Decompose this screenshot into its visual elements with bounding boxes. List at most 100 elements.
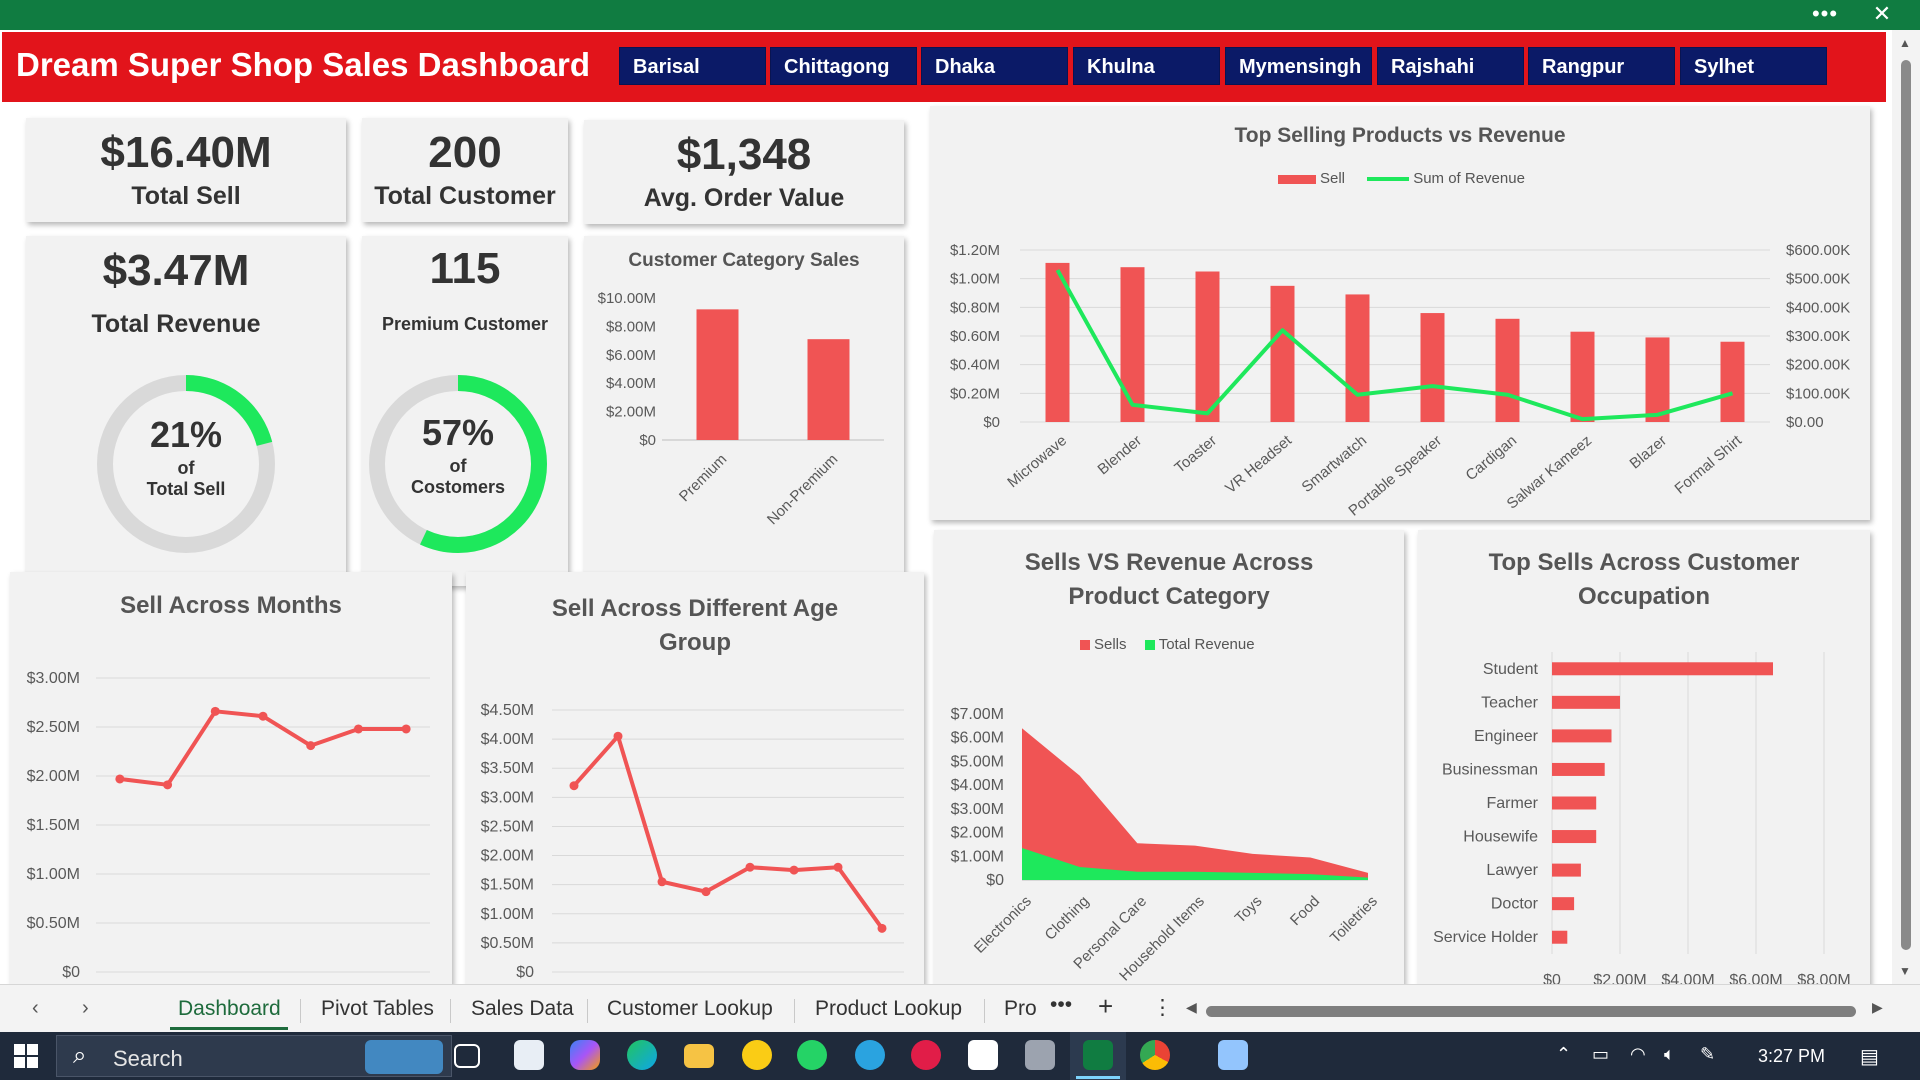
tab-dashboard[interactable]: Dashboard xyxy=(178,997,281,1021)
scroll-right-icon[interactable]: ▶ xyxy=(1872,999,1883,1016)
slicer-khulna[interactable]: Khulna xyxy=(1073,47,1220,85)
x-tick-label: Microwave xyxy=(1004,432,1070,491)
y-tick-label: $0 xyxy=(62,964,80,981)
y-tick-label: $1.00M xyxy=(27,866,80,883)
x-tick-label: $4.00M xyxy=(1661,972,1714,984)
occupation-bar xyxy=(1552,830,1597,844)
total-sell-label: Total Sell xyxy=(131,182,241,210)
tab-divider xyxy=(587,999,588,1023)
kpi-premium-customer: 115 Premium Customer 57% of Costomers xyxy=(362,236,568,586)
revenue-percent-caption: Total Sell xyxy=(146,479,226,499)
scroll-up-icon[interactable]: ▲ xyxy=(1899,36,1911,50)
slicer-rajshahi[interactable]: Rajshahi xyxy=(1377,47,1524,85)
y-tick-label: $0 xyxy=(516,964,534,981)
file-explorer-icon[interactable] xyxy=(684,1044,714,1068)
media-player-icon[interactable] xyxy=(911,1040,941,1070)
prev-sheet-icon[interactable]: ‹ xyxy=(32,997,39,1020)
sell-bar xyxy=(1345,294,1370,422)
x-tick-label: Blender xyxy=(1095,432,1146,478)
premium-percent-caption: Costomers xyxy=(410,477,506,497)
line-point xyxy=(833,862,843,872)
scroll-left-icon[interactable]: ◀ xyxy=(1186,999,1197,1016)
edge-icon[interactable] xyxy=(627,1040,657,1070)
tab-sales-data[interactable]: Sales Data xyxy=(471,997,574,1021)
volume-icon[interactable]: 🔈︎ xyxy=(1664,1044,1675,1065)
sheet-menu-icon[interactable]: ⋮ xyxy=(1152,995,1173,1020)
tab-pro-truncated[interactable]: Pro xyxy=(1004,997,1037,1021)
y-tick-label: $0 xyxy=(983,414,1000,431)
show-hidden-icons-icon[interactable]: ⌃ xyxy=(1556,1044,1571,1065)
y-tick-label: $600.00K xyxy=(1786,242,1850,259)
tab-product-lookup[interactable]: Product Lookup xyxy=(815,997,962,1021)
y-tick-label: $6.00M xyxy=(606,347,656,364)
notepad-icon[interactable] xyxy=(1218,1040,1248,1070)
notion-icon[interactable] xyxy=(968,1040,998,1070)
y-tick-label: Farmer xyxy=(1486,795,1538,812)
task-view-icon[interactable] xyxy=(454,1044,480,1068)
windows-start-icon[interactable] xyxy=(14,1044,38,1068)
revenue-line xyxy=(1055,269,1734,422)
category-area-chart: $7.00M $6.00M $5.00M $4.00M $3.00M $2.00M $1.0… xyxy=(951,706,1381,984)
y-tick-label: $10.00M xyxy=(598,290,656,307)
slicer-chittagong[interactable]: Chittagong xyxy=(770,47,917,85)
more-sheets-icon[interactable]: ••• xyxy=(1050,993,1072,1017)
excel-icon[interactable] xyxy=(1083,1040,1113,1070)
y-tick-label: $3.00M xyxy=(951,801,1004,818)
horizontal-scroll-thumb[interactable] xyxy=(1206,1006,1856,1017)
os-taskbar: ⌕ Search ⌃ ▭ ◠ 🔈︎ ✎ 3:27 PM ▤ xyxy=(0,1032,1920,1080)
y-tick-label: $0 xyxy=(639,432,656,449)
slicer-rangpur[interactable]: Rangpur xyxy=(1528,47,1675,85)
taskbar-search-input[interactable]: ⌕ Search xyxy=(56,1035,452,1077)
y-tick-label: $4.00M xyxy=(481,731,534,748)
battery-icon[interactable]: ▭ xyxy=(1592,1044,1609,1065)
more-options-icon[interactable]: ••• xyxy=(1805,0,1845,30)
wifi-icon[interactable]: ◠ xyxy=(1630,1044,1646,1065)
scroll-down-icon[interactable]: ▼ xyxy=(1899,964,1911,978)
kpi-avg-order: $1,348 Avg. Order Value xyxy=(584,120,904,224)
tab-pivot-tables[interactable]: Pivot Tables xyxy=(321,997,434,1021)
pen-icon[interactable]: ✎ xyxy=(1700,1044,1715,1065)
months-chart-card: Sell Across Months $3.00M $2.50M $2.00M $1.… xyxy=(10,572,452,984)
tab-customer-lookup[interactable]: Customer Lookup xyxy=(607,997,773,1021)
next-sheet-icon[interactable]: › xyxy=(82,997,89,1020)
telegram-icon[interactable] xyxy=(855,1040,885,1070)
calculator-icon[interactable] xyxy=(1025,1040,1055,1070)
slicer-barisal[interactable]: Barisal xyxy=(619,47,766,85)
clock[interactable]: 3:27 PM xyxy=(1758,1046,1825,1067)
y-tick-label: $0 xyxy=(986,872,1004,889)
copilot-icon[interactable] xyxy=(570,1040,600,1070)
y-tick-label: $500.00K xyxy=(1786,271,1850,288)
x-tick-label: $2.00M xyxy=(1593,972,1646,984)
x-tick-label: $0 xyxy=(1543,972,1561,984)
add-sheet-icon[interactable]: + xyxy=(1098,991,1113,1022)
store-icon[interactable] xyxy=(514,1040,544,1070)
y-tick-label: Housewife xyxy=(1463,829,1538,846)
line-point xyxy=(789,865,799,875)
top-products-chart-card: Top Selling Products vs Revenue Sell Sum… xyxy=(930,106,1870,520)
y-tick-label: $3.00M xyxy=(481,789,534,806)
age-chart-card: Sell Across Different Age Group $4.50M $4… xyxy=(466,572,924,984)
line-point xyxy=(657,877,667,887)
notifications-icon[interactable]: ▤ xyxy=(1860,1044,1879,1069)
app-icon[interactable] xyxy=(742,1040,772,1070)
chrome-icon[interactable] xyxy=(1140,1040,1170,1070)
customer-category-chart: $10.00M $8.00M $6.00M $4.00M $2.00M $0 Premium… xyxy=(598,290,884,528)
slicer-mymensingh[interactable]: Mymensingh xyxy=(1225,47,1372,85)
y-tick-label: $2.00M xyxy=(27,768,80,785)
y-tick-label: $300.00K xyxy=(1786,328,1850,345)
y-tick-label: $7.00M xyxy=(951,706,1004,723)
slicer-dhaka[interactable]: Dhaka xyxy=(921,47,1068,85)
close-icon[interactable]: ✕ xyxy=(1862,0,1902,30)
revenue-donut-chart xyxy=(97,375,275,553)
premium-percent-of: of xyxy=(449,456,467,476)
bar-non-premium xyxy=(807,339,850,440)
line-point xyxy=(163,780,173,790)
sell-bar xyxy=(1270,285,1295,422)
vertical-scroll-thumb[interactable] xyxy=(1901,60,1911,950)
y-tick-label: $400.00K xyxy=(1786,299,1850,316)
slicer-sylhet[interactable]: Sylhet xyxy=(1680,47,1827,85)
y-tick-label: Lawyer xyxy=(1486,862,1538,879)
whatsapp-icon[interactable] xyxy=(797,1040,827,1070)
vertical-scrollbar[interactable]: ▲ ▼ xyxy=(1892,30,1920,984)
line-point xyxy=(569,781,579,791)
